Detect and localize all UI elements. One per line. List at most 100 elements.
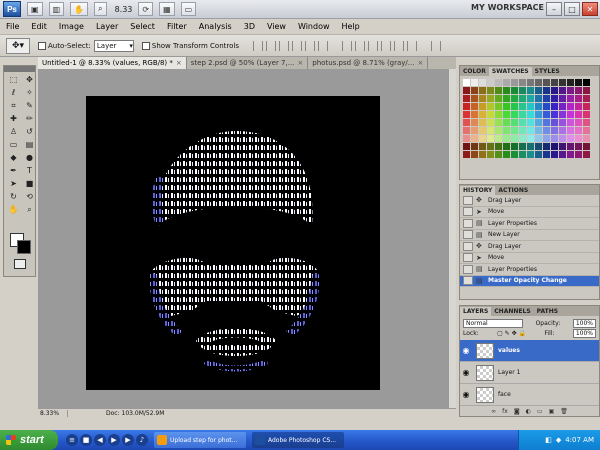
trash-icon[interactable]: 🗑: [560, 408, 568, 415]
layer-thumbnail[interactable]: [476, 386, 494, 403]
auto-align-icon[interactable]: [430, 40, 441, 51]
color-swatch[interactable]: [575, 103, 582, 110]
history-snapshot-box[interactable]: [463, 264, 473, 274]
color-swatch[interactable]: [487, 87, 494, 94]
history-item[interactable]: ✥ Drag Layer: [460, 195, 599, 207]
color-swatch[interactable]: [487, 135, 494, 142]
color-swatch[interactable]: [535, 143, 542, 150]
color-swatch[interactable]: [535, 79, 542, 86]
color-swatch[interactable]: [551, 95, 558, 102]
blur-tool-icon[interactable]: ◆: [6, 152, 21, 164]
align-bottom-icon[interactable]: [278, 40, 289, 51]
color-swatch[interactable]: [519, 143, 526, 150]
distribute-bottom-icon[interactable]: [367, 40, 378, 51]
color-swatch[interactable]: [479, 127, 486, 134]
blend-mode-dropdown[interactable]: Normal: [463, 318, 523, 328]
history-item[interactable]: ➤ Move: [460, 253, 599, 264]
color-swatch[interactable]: [559, 119, 566, 126]
color-swatch[interactable]: [527, 95, 534, 102]
history-snapshot-box[interactable]: [463, 218, 473, 228]
menu-3d[interactable]: 3D: [238, 22, 261, 31]
color-swatch[interactable]: [567, 135, 574, 142]
color-swatch[interactable]: [583, 79, 590, 86]
color-swatch[interactable]: [575, 119, 582, 126]
color-swatch[interactable]: [463, 151, 470, 158]
color-swatch[interactable]: [503, 79, 510, 86]
eye-icon[interactable]: ◉: [460, 390, 472, 399]
color-swatch[interactable]: [487, 119, 494, 126]
color-swatch[interactable]: [495, 111, 502, 118]
status-zoom[interactable]: 8.33%: [38, 409, 68, 417]
tab-color[interactable]: COLOR: [460, 67, 489, 76]
align-hcenter-icon[interactable]: [304, 40, 315, 51]
color-swatch[interactable]: [479, 87, 486, 94]
color-swatch[interactable]: [519, 79, 526, 86]
color-swatch[interactable]: [479, 151, 486, 158]
color-swatch[interactable]: [495, 119, 502, 126]
color-swatch[interactable]: [511, 87, 518, 94]
color-swatch[interactable]: [463, 111, 470, 118]
color-swatch[interactable]: [511, 95, 518, 102]
history-item[interactable]: ▤ New Layer: [460, 230, 599, 241]
history-snapshot-box[interactable]: [463, 195, 473, 205]
color-swatch[interactable]: [463, 143, 470, 150]
tab-step-2[interactable]: step 2.psd @ 50% (Layer 7,... ×: [187, 57, 309, 69]
healing-brush-icon[interactable]: ✚: [6, 113, 21, 125]
volume-icon[interactable]: ♪: [136, 434, 148, 446]
color-swatch[interactable]: [479, 111, 486, 118]
color-swatch[interactable]: [479, 95, 486, 102]
color-swatch[interactable]: [463, 135, 470, 142]
stop-icon[interactable]: ■: [80, 434, 92, 446]
color-swatch[interactable]: [463, 95, 470, 102]
color-swatch[interactable]: [487, 95, 494, 102]
color-swatch[interactable]: [543, 87, 550, 94]
marquee-tool-icon[interactable]: ⬚: [6, 74, 21, 86]
color-swatch[interactable]: [511, 151, 518, 158]
color-swatch[interactable]: [543, 103, 550, 110]
color-swatch[interactable]: [495, 127, 502, 134]
color-swatch[interactable]: [543, 151, 550, 158]
history-brush-icon[interactable]: ↺: [22, 126, 37, 138]
color-swatch[interactable]: [511, 143, 518, 150]
color-swatch[interactable]: [471, 79, 478, 86]
color-swatch[interactable]: [551, 135, 558, 142]
color-swatch[interactable]: [535, 87, 542, 94]
color-swatch[interactable]: [471, 151, 478, 158]
color-swatch[interactable]: [575, 95, 582, 102]
menu-layer[interactable]: Layer: [90, 22, 124, 31]
history-snapshot-box[interactable]: [463, 253, 473, 263]
color-swatch[interactable]: [551, 79, 558, 86]
align-left-icon[interactable]: [291, 40, 302, 51]
color-swatch[interactable]: [527, 87, 534, 94]
color-swatch[interactable]: [519, 87, 526, 94]
color-swatch[interactable]: [487, 127, 494, 134]
color-swatch[interactable]: [551, 127, 558, 134]
color-swatch[interactable]: [503, 95, 510, 102]
color-swatch[interactable]: [535, 151, 542, 158]
folder-icon[interactable]: ▭: [537, 408, 543, 415]
color-swatch[interactable]: [567, 127, 574, 134]
color-swatch[interactable]: [527, 135, 534, 142]
color-swatch[interactable]: [471, 119, 478, 126]
color-swatch[interactable]: [583, 119, 590, 126]
color-swatch[interactable]: [567, 95, 574, 102]
task-button-browser[interactable]: Upload step for phot...: [154, 432, 246, 448]
tab-untitled-1[interactable]: Untitled-1 @ 8.33% (values, RGB/8) * ×: [38, 57, 187, 69]
color-swatch[interactable]: [463, 79, 470, 86]
history-snapshot-box[interactable]: [463, 276, 473, 286]
hand-tool-button[interactable]: ✋: [70, 2, 89, 16]
color-swatch[interactable]: [503, 143, 510, 150]
brush-tool-icon[interactable]: ✏: [22, 113, 37, 125]
color-swatch[interactable]: [463, 103, 470, 110]
lock-icons[interactable]: ▢ ✎ ✥ 🔒: [497, 330, 526, 337]
color-swatch[interactable]: [583, 151, 590, 158]
document-canvas[interactable]: [86, 96, 380, 390]
arrange-documents-button[interactable]: ▦: [159, 2, 175, 16]
tab-layers[interactable]: LAYERS: [460, 307, 492, 316]
color-swatch[interactable]: [535, 111, 542, 118]
distribute-vcenter-icon[interactable]: [354, 40, 365, 51]
color-swatch[interactable]: [583, 111, 590, 118]
color-swatch[interactable]: [495, 103, 502, 110]
previous-icon[interactable]: ◀: [94, 434, 106, 446]
menu-analysis[interactable]: Analysis: [193, 22, 238, 31]
